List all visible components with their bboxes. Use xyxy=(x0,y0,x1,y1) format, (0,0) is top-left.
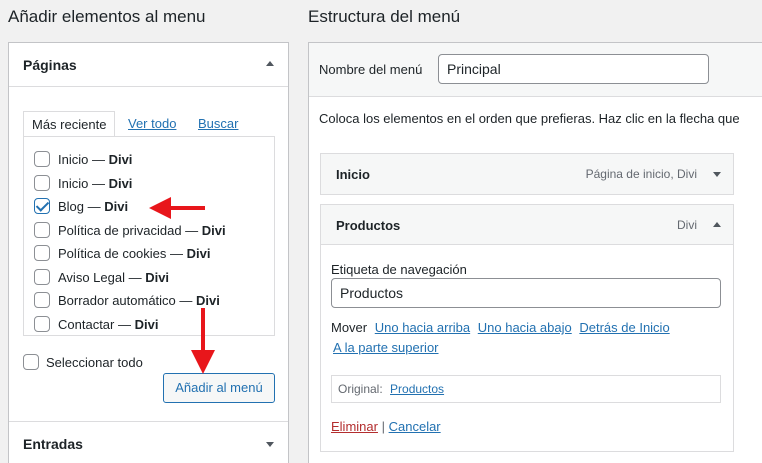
page-option-label: Aviso Legal — Divi xyxy=(58,269,170,285)
page-checkbox[interactable] xyxy=(34,198,50,214)
page-checkbox[interactable] xyxy=(34,221,50,238)
original-box: Original: Productos xyxy=(331,375,721,403)
page-option-label: Inicio — Divi xyxy=(58,152,133,167)
page-checkbox[interactable] xyxy=(34,315,50,332)
page-checkbox[interactable] xyxy=(34,292,50,308)
menu-structure-title: Estructura del menú xyxy=(308,7,461,26)
page-option-item[interactable]: Política de privacidad — Divi xyxy=(24,221,274,242)
add-to-menu-button[interactable]: Añadir al menú xyxy=(163,373,275,403)
page-option-label: Política de cookies — Divi xyxy=(58,246,211,261)
nav-label-input[interactable]: Productos xyxy=(331,278,721,308)
tab-recent[interactable]: Más reciente xyxy=(23,111,116,137)
select-all-label: Seleccionar todo xyxy=(46,355,143,370)
move-up-link[interactable]: Uno hacia arriba xyxy=(375,320,470,335)
annotation-arrow-left xyxy=(149,197,205,219)
move-down-link[interactable]: Uno hacia abajo xyxy=(478,320,572,335)
menu-item-title: Productos xyxy=(336,218,401,233)
menu-name-label: Nombre del menú xyxy=(319,62,423,77)
action-separator: | xyxy=(381,419,385,434)
menu-item-type: Divi xyxy=(677,218,697,232)
nav-label-caption: Etiqueta de navegación xyxy=(331,262,467,277)
pages-list[interactable]: Inicio — Divi Inicio — Divi Blog — Divi Pol… xyxy=(23,136,275,336)
tab-view-all[interactable]: Ver todo xyxy=(120,111,184,137)
page-option-item[interactable]: Inicio — Divi xyxy=(24,151,274,171)
page-checkbox[interactable] xyxy=(34,245,50,261)
select-all-checkbox[interactable] xyxy=(23,354,39,370)
menu-item-productos: Productos Divi Etiqueta de navegación Pr… xyxy=(320,204,734,452)
collapse-arrow-icon[interactable] xyxy=(266,61,274,66)
add-items-panel: Páginas Más reciente Ver todo Buscar Ini… xyxy=(8,42,289,463)
menu-item-header[interactable]: Productos Divi xyxy=(321,205,733,245)
move-under-link[interactable]: Detrás de Inicio xyxy=(579,320,669,335)
menu-name-row: Nombre del menú Principal xyxy=(309,43,762,97)
menu-item-title: Inicio xyxy=(336,167,370,182)
annotation-arrow-down xyxy=(191,308,215,374)
page-option-item[interactable]: Borrador automático — Divi xyxy=(24,292,274,312)
page-option-item[interactable]: Contactar — Divi xyxy=(24,315,274,336)
menu-item-type: Página de inicio, Divi xyxy=(585,167,697,181)
pages-section-header[interactable]: Páginas xyxy=(9,43,288,87)
add-items-title: Añadir elementos al menu xyxy=(8,7,206,26)
original-link[interactable]: Productos xyxy=(390,382,444,396)
delete-link[interactable]: Eliminar xyxy=(331,419,378,434)
tab-search[interactable]: Buscar xyxy=(190,111,246,137)
cancel-link[interactable]: Cancelar xyxy=(389,419,441,434)
menu-item-inicio[interactable]: Inicio Página de inicio, Divi xyxy=(320,153,734,195)
page-option-label: Política de privacidad — Divi xyxy=(58,222,226,238)
move-controls: Mover Uno hacia arriba Uno hacia abajo D… xyxy=(331,318,721,358)
page-checkbox[interactable] xyxy=(34,151,50,167)
original-label: Original: xyxy=(338,382,383,396)
page-option-item[interactable]: Política de cookies — Divi xyxy=(24,245,274,265)
pages-section-label: Páginas xyxy=(23,57,77,73)
page-option-label: Blog — Divi xyxy=(58,199,129,214)
move-top-link[interactable]: A la parte superior xyxy=(333,340,439,355)
menu-structure-panel: Nombre del menú Principal Coloca los ele… xyxy=(308,42,762,463)
menu-instructions: Coloca los elementos en el orden que pre… xyxy=(319,111,740,126)
chevron-down-icon[interactable] xyxy=(713,172,721,177)
menu-name-input[interactable]: Principal xyxy=(438,54,709,84)
chevron-up-icon[interactable] xyxy=(713,222,721,227)
page-checkbox[interactable] xyxy=(34,268,50,285)
entries-section-label: Entradas xyxy=(23,436,83,452)
page-option-item[interactable]: Aviso Legal — Divi xyxy=(24,268,274,289)
pages-tabs: Más reciente Ver todo Buscar xyxy=(23,111,275,138)
item-actions: Eliminar | Cancelar xyxy=(331,419,441,434)
move-label: Mover xyxy=(331,320,368,335)
expand-arrow-icon[interactable] xyxy=(266,442,274,447)
entries-section-header[interactable]: Entradas xyxy=(9,421,288,463)
page-option-label: Contactar — Divi xyxy=(58,316,159,332)
page-option-label: Inicio — Divi xyxy=(58,175,133,191)
page-checkbox[interactable] xyxy=(34,174,50,191)
